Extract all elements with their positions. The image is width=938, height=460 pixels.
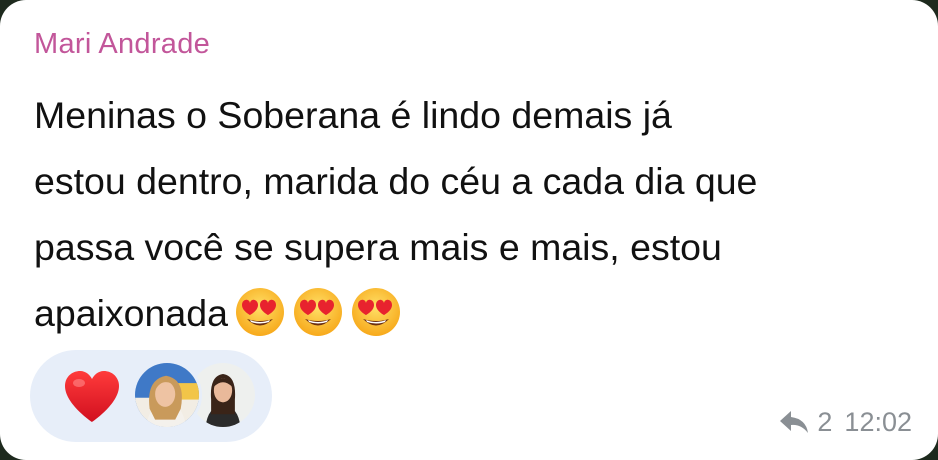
message-timestamp: 12:02 [844,406,912,437]
sender-name[interactable]: Mari Andrade [34,28,210,61]
reply-count[interactable]: 2 [817,407,832,438]
message-line: passa você se supera mais e mais, estou [34,226,722,268]
message-bubble[interactable]: Mari Andrade Meninas o Soberana é lindo … [0,0,938,460]
avatar-blonde-woman-icon [135,363,199,427]
heart-eyes-emoji-icon [235,288,284,336]
reactions-pill[interactable] [30,350,272,442]
message-line: Meninas o Soberana é lindo demais já [34,94,672,136]
emoji-group [234,286,408,358]
message-text: Meninas o Soberana é lindo demais já est… [34,82,934,358]
message-line-text: apaixonada [34,292,228,334]
message-line: estou dentro, marida do céu a cada dia q… [34,160,758,202]
message-line-last: apaixonada [34,280,934,358]
message-meta: 2 12:02 [779,402,912,442]
heart-eyes-emoji-icon [351,288,400,336]
heart-icon [65,371,119,422]
reply-arrow-icon[interactable] [779,409,809,435]
heart-eyes-emoji-icon [293,288,342,336]
reactor-avatar[interactable] [132,360,202,430]
